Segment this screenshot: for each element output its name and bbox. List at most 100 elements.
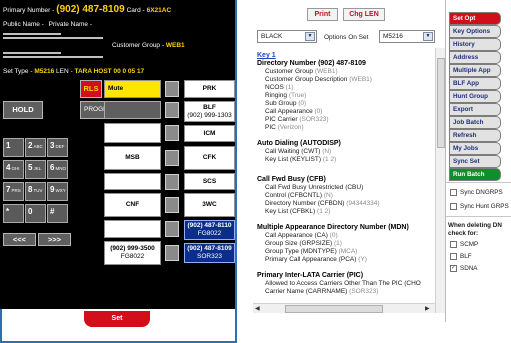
prk-key[interactable]: PRK xyxy=(184,80,235,98)
detail-item: Key List (KEYLIST) (1 2) xyxy=(265,156,337,163)
detail-item: Customer Group (WEB1) xyxy=(265,68,338,75)
msb-key[interactable]: MSB xyxy=(104,146,161,170)
divider xyxy=(446,216,511,217)
chevron-down-icon: ▼ xyxy=(423,32,433,41)
keypad-8[interactable]: 8TUV xyxy=(25,182,46,201)
scmp-label: SCMP xyxy=(460,241,479,248)
hunt-group-button[interactable]: Hunt Group xyxy=(449,90,501,103)
cfk-key[interactable]: CFK xyxy=(184,146,235,170)
mid-key-blank[interactable] xyxy=(104,173,161,190)
detail-item: Directory Number (CFBDN) (94344334) xyxy=(265,200,380,207)
set-opt-button[interactable]: Set Opt xyxy=(449,12,501,25)
scs-key[interactable]: SCS xyxy=(184,173,235,190)
sync-dngrps-label: Sync DNGRPS xyxy=(460,189,503,196)
address-button[interactable]: Address xyxy=(449,51,501,64)
chg-len-button[interactable]: Chg LEN xyxy=(343,8,385,21)
phone-frame: Primary Number - (902) 487-8109 Card - 6… xyxy=(0,0,237,343)
my-jobs-button[interactable]: My Jobs xyxy=(449,142,501,155)
blf-label: BLF xyxy=(460,253,472,260)
when-deleting-label: When deleting DN check for: xyxy=(448,222,502,237)
keypad-3[interactable]: 3DEF xyxy=(47,138,68,157)
divider xyxy=(3,52,61,54)
nav-right-button[interactable]: >>> xyxy=(38,233,71,246)
scroll-right-icon[interactable]: ▶ xyxy=(425,305,430,312)
public-private-line: Public Name - Private Name - xyxy=(3,21,92,28)
scmp-checkbox[interactable] xyxy=(450,241,457,248)
sync-set-button[interactable]: Sync Set xyxy=(449,155,501,168)
line-key-8110[interactable]: (902) 487-8110 FG8022 xyxy=(184,220,235,240)
primary-number-value: (902) 487-8109 xyxy=(56,4,125,15)
lamp-indicator xyxy=(165,125,179,141)
keypad-1[interactable]: 1 xyxy=(3,138,24,157)
scroll-left-icon[interactable]: ◀ xyxy=(255,305,260,312)
len-value: TARA HOST 00 0 05 17 xyxy=(74,68,145,75)
multiple-app-button[interactable]: Multiple App xyxy=(449,64,501,77)
set-type-label: Set Type - xyxy=(3,68,33,75)
print-button[interactable]: Print xyxy=(307,8,338,21)
rls-button[interactable]: RLS xyxy=(80,80,102,98)
keypad-4[interactable]: 4GHI xyxy=(3,160,24,179)
horizontal-scrollbar[interactable]: ◀ ▶ xyxy=(253,303,435,313)
sync-hunt-checkbox[interactable] xyxy=(450,203,457,210)
refresh-button[interactable]: Refresh xyxy=(449,129,501,142)
detail-item: Call Waiting (CWT) (N) xyxy=(265,148,332,155)
mid-key-blank[interactable] xyxy=(104,220,161,238)
3wc-key[interactable]: 3WC xyxy=(184,193,235,217)
detail-item: PIC Carrier (SOR323) xyxy=(265,116,329,123)
lamp-indicator xyxy=(165,197,179,213)
set-button[interactable]: Set xyxy=(84,311,150,327)
keypad-hash[interactable]: # xyxy=(47,204,68,223)
detail-item: Carrier Name (CARRNAME) (SOR323) xyxy=(265,288,379,295)
detail-item: Group Type (MDNTYPE) (MCA) xyxy=(265,248,358,255)
keypad-0[interactable]: 0 xyxy=(25,204,46,223)
scroll-thumb[interactable] xyxy=(437,58,445,148)
detail-item: Call Appearance (CA) (0) xyxy=(265,232,338,239)
section-title: Call Fwd Busy (CFB) xyxy=(257,176,326,183)
lamp-indicator xyxy=(165,150,179,166)
blf-checkbox[interactable] xyxy=(450,253,457,260)
mute-label: Mute xyxy=(108,85,124,92)
keypad-5[interactable]: 5JKL xyxy=(25,160,46,179)
export-button[interactable]: Export xyxy=(449,103,501,116)
keypad-9[interactable]: 9WXY xyxy=(47,182,68,201)
primary-number-line: Primary Number - (902) 487-8109 Card - 6… xyxy=(3,4,171,15)
set-type-value: M5216 xyxy=(34,68,55,75)
history-button[interactable]: History xyxy=(449,38,501,51)
keypad-2[interactable]: 2ABC xyxy=(25,138,46,157)
hold-button[interactable]: HOLD xyxy=(3,101,43,119)
detail-item: Key List (CFBKL) (1 2) xyxy=(265,208,331,215)
filter-select[interactable]: BLACK ▼ xyxy=(257,30,317,43)
scroll-thumb[interactable] xyxy=(285,305,383,313)
mid-key-blank[interactable] xyxy=(104,123,161,143)
blf-app-button[interactable]: BLF App xyxy=(449,77,501,90)
nav-left-button[interactable]: <<< xyxy=(3,233,36,246)
vertical-scrollbar[interactable] xyxy=(435,48,445,313)
program-key-blank[interactable] xyxy=(104,101,161,119)
icm-key[interactable]: ICM xyxy=(184,125,235,142)
key-options-button[interactable]: Key Options xyxy=(449,25,501,38)
key-link[interactable]: Key 1 xyxy=(257,52,276,59)
card-value: 6X21AC xyxy=(146,7,172,14)
detail-item: Group Size (GRPSIZE) (1) xyxy=(265,240,342,247)
keypad-7[interactable]: 7PRS xyxy=(3,182,24,201)
detail-item: Call Fwd Busy Unrestricted (CBU) xyxy=(265,184,364,191)
sdna-checkbox[interactable]: ✓ xyxy=(450,265,457,272)
mute-key[interactable]: Mute xyxy=(104,80,161,98)
detail-item: Control (CFBCNTL) (N) xyxy=(265,192,333,199)
line-key-8109[interactable]: (902) 487-8109 SOR323 xyxy=(184,243,235,263)
set-select[interactable]: M5216 ▼ xyxy=(379,30,435,43)
lamp-indicator xyxy=(165,174,179,190)
blf-key[interactable]: BLF (902) 999-1303 xyxy=(184,101,235,122)
keypad-6[interactable]: 6MNO xyxy=(47,160,68,179)
set-select-value: M5216 xyxy=(383,33,403,40)
divider xyxy=(3,56,103,58)
detail-item: Sub Group (0) xyxy=(265,100,307,107)
run-batch-button[interactable]: Run Batch xyxy=(449,168,501,181)
mid-bottom-key[interactable]: (902) 999-3500 FG8022 xyxy=(104,241,161,265)
lamp-indicator xyxy=(165,81,179,97)
job-batch-button[interactable]: Job Batch xyxy=(449,116,501,129)
sync-dngrps-checkbox[interactable] xyxy=(450,189,457,196)
divider xyxy=(3,33,61,35)
cnf-key[interactable]: CNF xyxy=(104,193,161,217)
keypad-star[interactable]: * xyxy=(3,204,24,223)
